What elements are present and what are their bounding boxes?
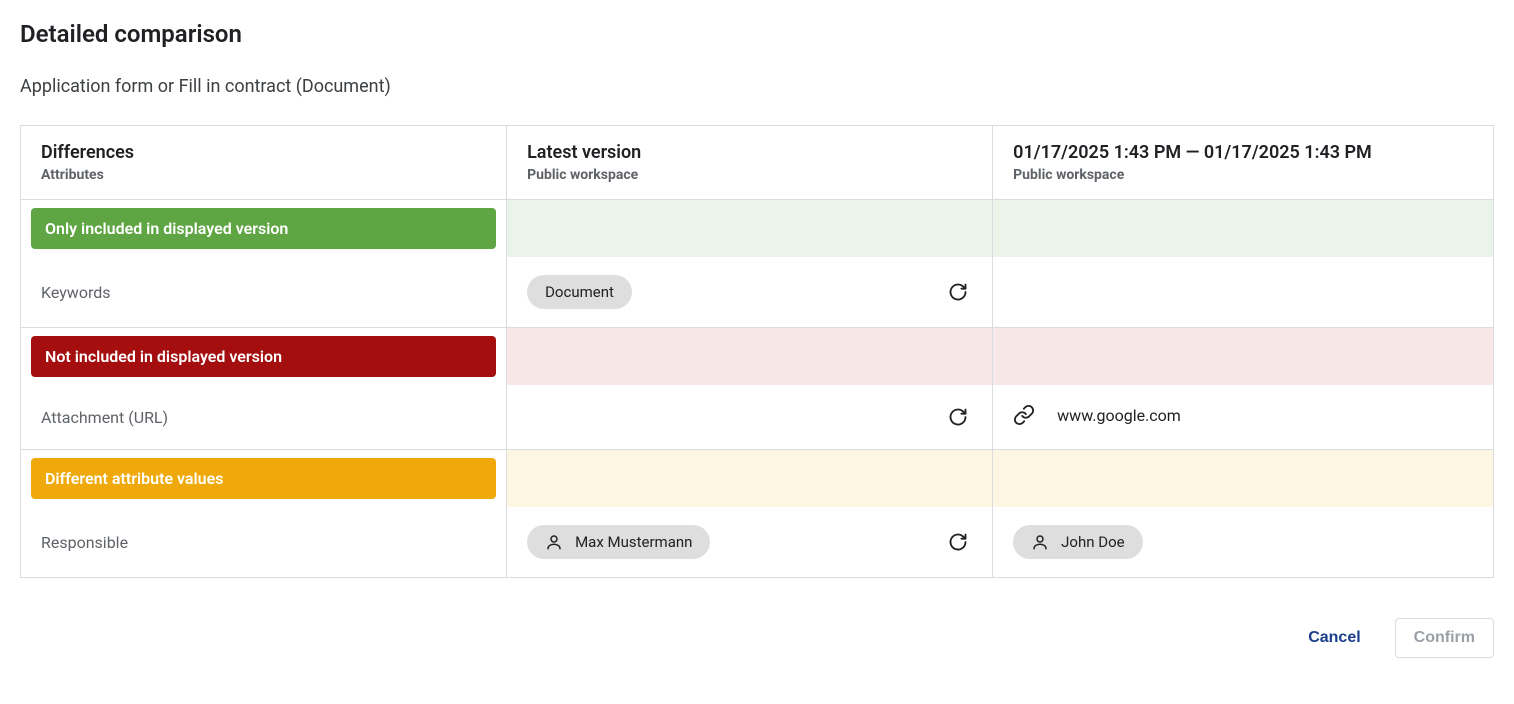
link-attachment[interactable]: www.google.com: [1013, 404, 1181, 426]
row-responsible: Responsible Max Mustermann: [21, 507, 1494, 578]
refresh-button[interactable]: [944, 528, 972, 556]
section-badge-only-included: Only included in displayed version: [31, 208, 496, 249]
column-header-latest: Latest version Public workspace: [507, 126, 993, 200]
section-not-included: Not included in displayed version: [21, 328, 1494, 386]
confirm-button[interactable]: Confirm: [1395, 618, 1494, 658]
chip-label: John Doe: [1061, 533, 1124, 551]
column-sub: Attributes: [41, 167, 486, 183]
row-label: Attachment (URL): [21, 385, 507, 450]
refresh-button[interactable]: [944, 403, 972, 431]
column-title: Latest version: [527, 142, 972, 163]
person-icon: [545, 533, 563, 551]
comparison-table: Differences Attributes Latest version Pu…: [20, 125, 1494, 578]
chip-keyword[interactable]: Document: [527, 275, 632, 309]
row-keywords: Keywords Document: [21, 257, 1494, 328]
row-label: Keywords: [21, 257, 507, 328]
link-text: www.google.com: [1057, 406, 1181, 425]
refresh-icon: [948, 282, 968, 302]
column-header-differences: Differences Attributes: [21, 126, 507, 200]
row-label: Responsible: [21, 507, 507, 578]
row-attachment: Attachment (URL) www.google.com: [21, 385, 1494, 450]
section-badge-not-included: Not included in displayed version: [31, 336, 496, 377]
column-sub: Public workspace: [1013, 167, 1473, 183]
person-icon: [1031, 533, 1049, 551]
footer-actions: Cancel Confirm: [20, 618, 1494, 658]
cancel-button[interactable]: Cancel: [1294, 619, 1374, 657]
chip-label: Document: [545, 283, 614, 301]
column-title: 01/17/2025 1:43 PM — 01/17/2025 1:43 PM: [1013, 142, 1473, 163]
page-subtitle: Application form or Fill in contract (Do…: [20, 76, 1494, 97]
chip-person-dated[interactable]: John Doe: [1013, 525, 1142, 559]
section-badge-different: Different attribute values: [31, 458, 496, 499]
section-only-included: Only included in displayed version: [21, 200, 1494, 258]
refresh-button[interactable]: [944, 278, 972, 306]
section-different: Different attribute values: [21, 450, 1494, 508]
column-sub: Public workspace: [527, 167, 972, 183]
column-title: Differences: [41, 142, 486, 163]
page-title: Detailed comparison: [20, 20, 1494, 48]
refresh-icon: [948, 532, 968, 552]
refresh-icon: [948, 407, 968, 427]
column-header-dated: 01/17/2025 1:43 PM — 01/17/2025 1:43 PM …: [993, 126, 1494, 200]
link-icon: [1013, 404, 1035, 426]
chip-label: Max Mustermann: [575, 533, 692, 551]
chip-person-latest[interactable]: Max Mustermann: [527, 525, 710, 559]
